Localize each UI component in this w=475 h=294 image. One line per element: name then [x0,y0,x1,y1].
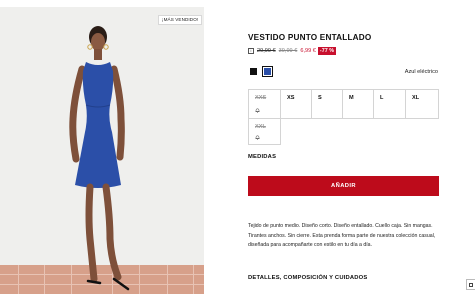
product-image[interactable]: ¡MÁS VENDIDO! [0,7,204,294]
size-option-xxl[interactable]: XXL [248,118,281,145]
notify-bell-icon [255,135,260,140]
size-option-l[interactable]: L [373,89,406,119]
color-swatch-black[interactable] [250,68,257,75]
previous-price: 39,99 € [278,48,298,54]
size-label: XL [412,95,420,101]
current-price: 6,99 € [300,48,316,54]
size-label: XXS [255,95,267,101]
size-label: S [318,95,322,101]
size-option-xs[interactable]: XS [280,89,312,119]
measures-link[interactable]: MEDIDAS [248,154,276,160]
original-price: 29,99 € [257,48,276,54]
size-label: M [349,95,354,101]
price-row: i 29,99 € 39,99 € 6,99 € -77 % [248,46,336,56]
side-panel-toggle[interactable] [466,279,475,290]
add-to-cart-button[interactable]: AÑADIR [248,176,439,196]
size-label: L [380,95,384,101]
panel-icon [469,283,473,287]
model-figure [69,26,130,291]
size-option-xxs[interactable]: XXS [248,89,281,119]
selected-color-name: Azul eléctrico [404,69,438,75]
discount-badge: -77 % [317,47,336,55]
details-composition-care-link[interactable]: DETALLES, COMPOSICIÓN Y CUIDADOS [248,275,367,281]
size-label: XS [287,95,295,101]
product-title: VESTIDO PUNTO ENTALLADO [248,33,372,42]
color-swatch-blue[interactable] [262,66,273,77]
bestseller-badge: ¡MÁS VENDIDO! [158,15,203,25]
size-option-xl[interactable]: XL [405,89,439,119]
info-icon[interactable]: i [248,48,254,54]
product-description: Tejido de punto medio. Diseño corto. Dis… [248,223,436,249]
size-label: XXL [255,124,266,130]
size-option-s[interactable]: S [311,89,343,119]
size-option-m[interactable]: M [342,89,374,119]
notify-bell-icon [255,108,260,113]
